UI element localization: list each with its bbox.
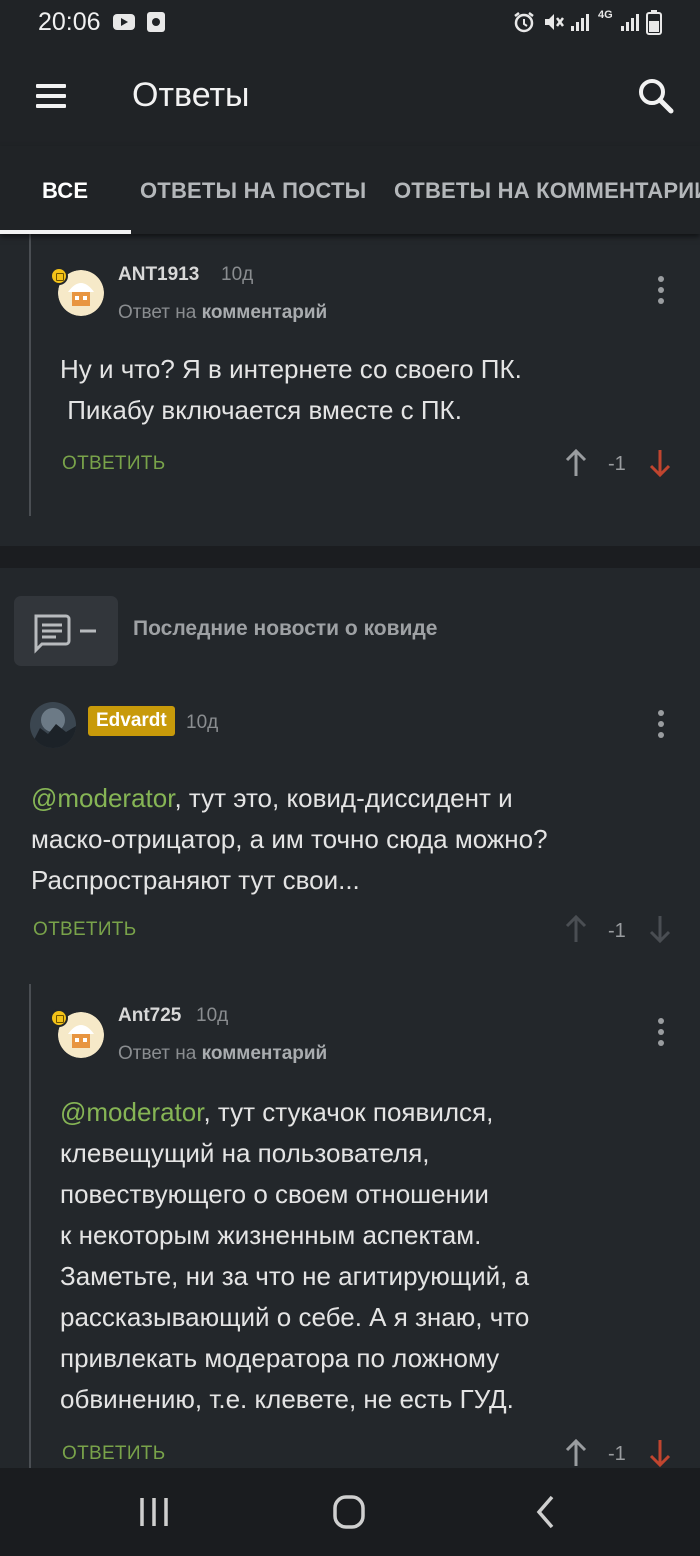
reply-button[interactable]: ОТВЕТИТЬ xyxy=(33,919,136,941)
comment-text-line: обвинению, т.е. клевете, не есть ГУД. xyxy=(60,1384,514,1414)
comment-text-line: @moderator, тут стукачок появился, xyxy=(60,1092,529,1133)
more-options-icon[interactable] xyxy=(651,708,671,740)
downvote-icon[interactable] xyxy=(648,914,672,944)
comment-text: Ну и что? Я в интернете со своего ПК. Пи… xyxy=(60,349,522,431)
comment-text-line: Распространяют тут свои... xyxy=(31,865,360,895)
rating-badge-icon xyxy=(50,1009,68,1027)
comment-score: -1 xyxy=(608,1443,626,1465)
comment-text-fragment: , тут стукачок появился, xyxy=(203,1097,494,1127)
avatar[interactable] xyxy=(30,702,76,748)
page-title: Ответы xyxy=(132,76,250,114)
comment-score: -1 xyxy=(608,920,626,942)
tab-bar: ВСЕ ОТВЕТЫ НА ПОСТЫ ОТВЕТЫ НА КОММЕНТАРИ… xyxy=(0,146,700,234)
app-notification-icon xyxy=(147,12,165,32)
comment-score: -1 xyxy=(608,453,626,475)
active-tab-indicator xyxy=(0,230,131,234)
comment-icon xyxy=(34,614,96,654)
alarm-icon xyxy=(514,12,534,33)
network-type: 4G xyxy=(598,9,613,21)
reply-to-label: Ответ на комментарий xyxy=(118,302,327,324)
thread-line xyxy=(29,234,31,516)
comment-username[interactable]: ANT1913 xyxy=(118,264,199,286)
replies-feed[interactable]: ANT1913 10д Ответ на комментарий Ну и чт… xyxy=(0,234,700,1468)
reply-button[interactable]: ОТВЕТИТЬ xyxy=(62,453,165,475)
comment-time: 10д xyxy=(221,264,254,285)
comment-text-line: клевещущий на пользователя, xyxy=(60,1138,430,1168)
tab-all[interactable]: ВСЕ xyxy=(42,178,88,204)
menu-button[interactable] xyxy=(30,78,74,114)
back-icon[interactable] xyxy=(520,1490,570,1534)
reply-to-prefix: Ответ на xyxy=(118,302,197,323)
youtube-notification-icon xyxy=(113,14,135,30)
comment-username[interactable]: Edvardt xyxy=(88,706,175,736)
upvote-icon[interactable] xyxy=(564,448,588,478)
comment-text-line: маско-отрицатор, а им точно сюда можно? xyxy=(31,824,548,854)
status-time: 20:06 xyxy=(38,8,101,36)
reply-to-label: Ответ на комментарий xyxy=(118,1043,327,1065)
comment-text-line: Пикабу включается вместе с ПК. xyxy=(60,395,462,425)
comment-text: @moderator, тут это, ковид-диссидент и м… xyxy=(31,778,548,901)
comment-username[interactable]: Ant725 xyxy=(118,1005,181,1027)
app-bar: Ответы xyxy=(0,46,700,146)
comment-text-fragment: , тут это, ковид-диссидент и xyxy=(174,783,513,813)
comment-text-line: рассказывающий о себе. А я знаю, что xyxy=(60,1302,530,1332)
tab-comment-replies[interactable]: ОТВЕТЫ НА КОММЕНТАРИИ xyxy=(394,178,700,204)
signal-icon xyxy=(571,14,589,31)
home-icon[interactable] xyxy=(324,1490,374,1534)
reply-to-prefix: Ответ на xyxy=(118,1043,197,1064)
mention-link[interactable]: @moderator xyxy=(60,1097,203,1127)
mention-link[interactable]: @moderator xyxy=(31,783,174,813)
downvote-icon[interactable] xyxy=(648,1438,672,1468)
reply-button[interactable]: ОТВЕТИТЬ xyxy=(62,1443,165,1465)
system-nav-bar xyxy=(0,1468,700,1556)
post-reference-icon-box[interactable] xyxy=(14,596,118,666)
thread-line xyxy=(29,984,31,1468)
comment-text-line: повествующего о своем отношении xyxy=(60,1179,489,1209)
comment-text-line: Заметьте, ни за что не агитирующий, а xyxy=(60,1261,530,1291)
comment-text-line: к некоторым жизненным аспектам. xyxy=(60,1220,482,1250)
downvote-icon[interactable] xyxy=(648,448,672,478)
comment-text-line: Ну и что? Я в интернете со своего ПК. xyxy=(60,354,522,384)
mute-icon xyxy=(545,14,564,30)
search-icon[interactable] xyxy=(632,72,680,120)
battery-icon xyxy=(646,10,662,35)
comment-text: @moderator, тут стукачок появился, клеве… xyxy=(60,1092,529,1420)
more-options-icon[interactable] xyxy=(651,1016,671,1048)
more-options-icon[interactable] xyxy=(651,274,671,306)
comment-text-line: привлекать модератора по ложному xyxy=(60,1343,500,1373)
comment-time: 10д xyxy=(196,1005,229,1026)
section-divider xyxy=(0,546,700,568)
signal-icon-2 xyxy=(621,14,639,31)
upvote-icon[interactable] xyxy=(564,914,588,944)
reply-to-link[interactable]: комментарий xyxy=(202,1043,328,1064)
recent-apps-icon[interactable] xyxy=(129,1490,179,1534)
comment-text-line: @moderator, тут это, ковид-диссидент и xyxy=(31,778,548,819)
comment-time: 10д xyxy=(186,712,219,733)
post-title[interactable]: Последние новости о ковиде xyxy=(133,617,437,641)
rating-badge-icon xyxy=(50,267,68,285)
status-bar: 20:06 4G xyxy=(0,0,700,46)
reply-to-link[interactable]: комментарий xyxy=(202,302,328,323)
upvote-icon[interactable] xyxy=(564,1438,588,1468)
tab-post-replies[interactable]: ОТВЕТЫ НА ПОСТЫ xyxy=(140,178,366,204)
